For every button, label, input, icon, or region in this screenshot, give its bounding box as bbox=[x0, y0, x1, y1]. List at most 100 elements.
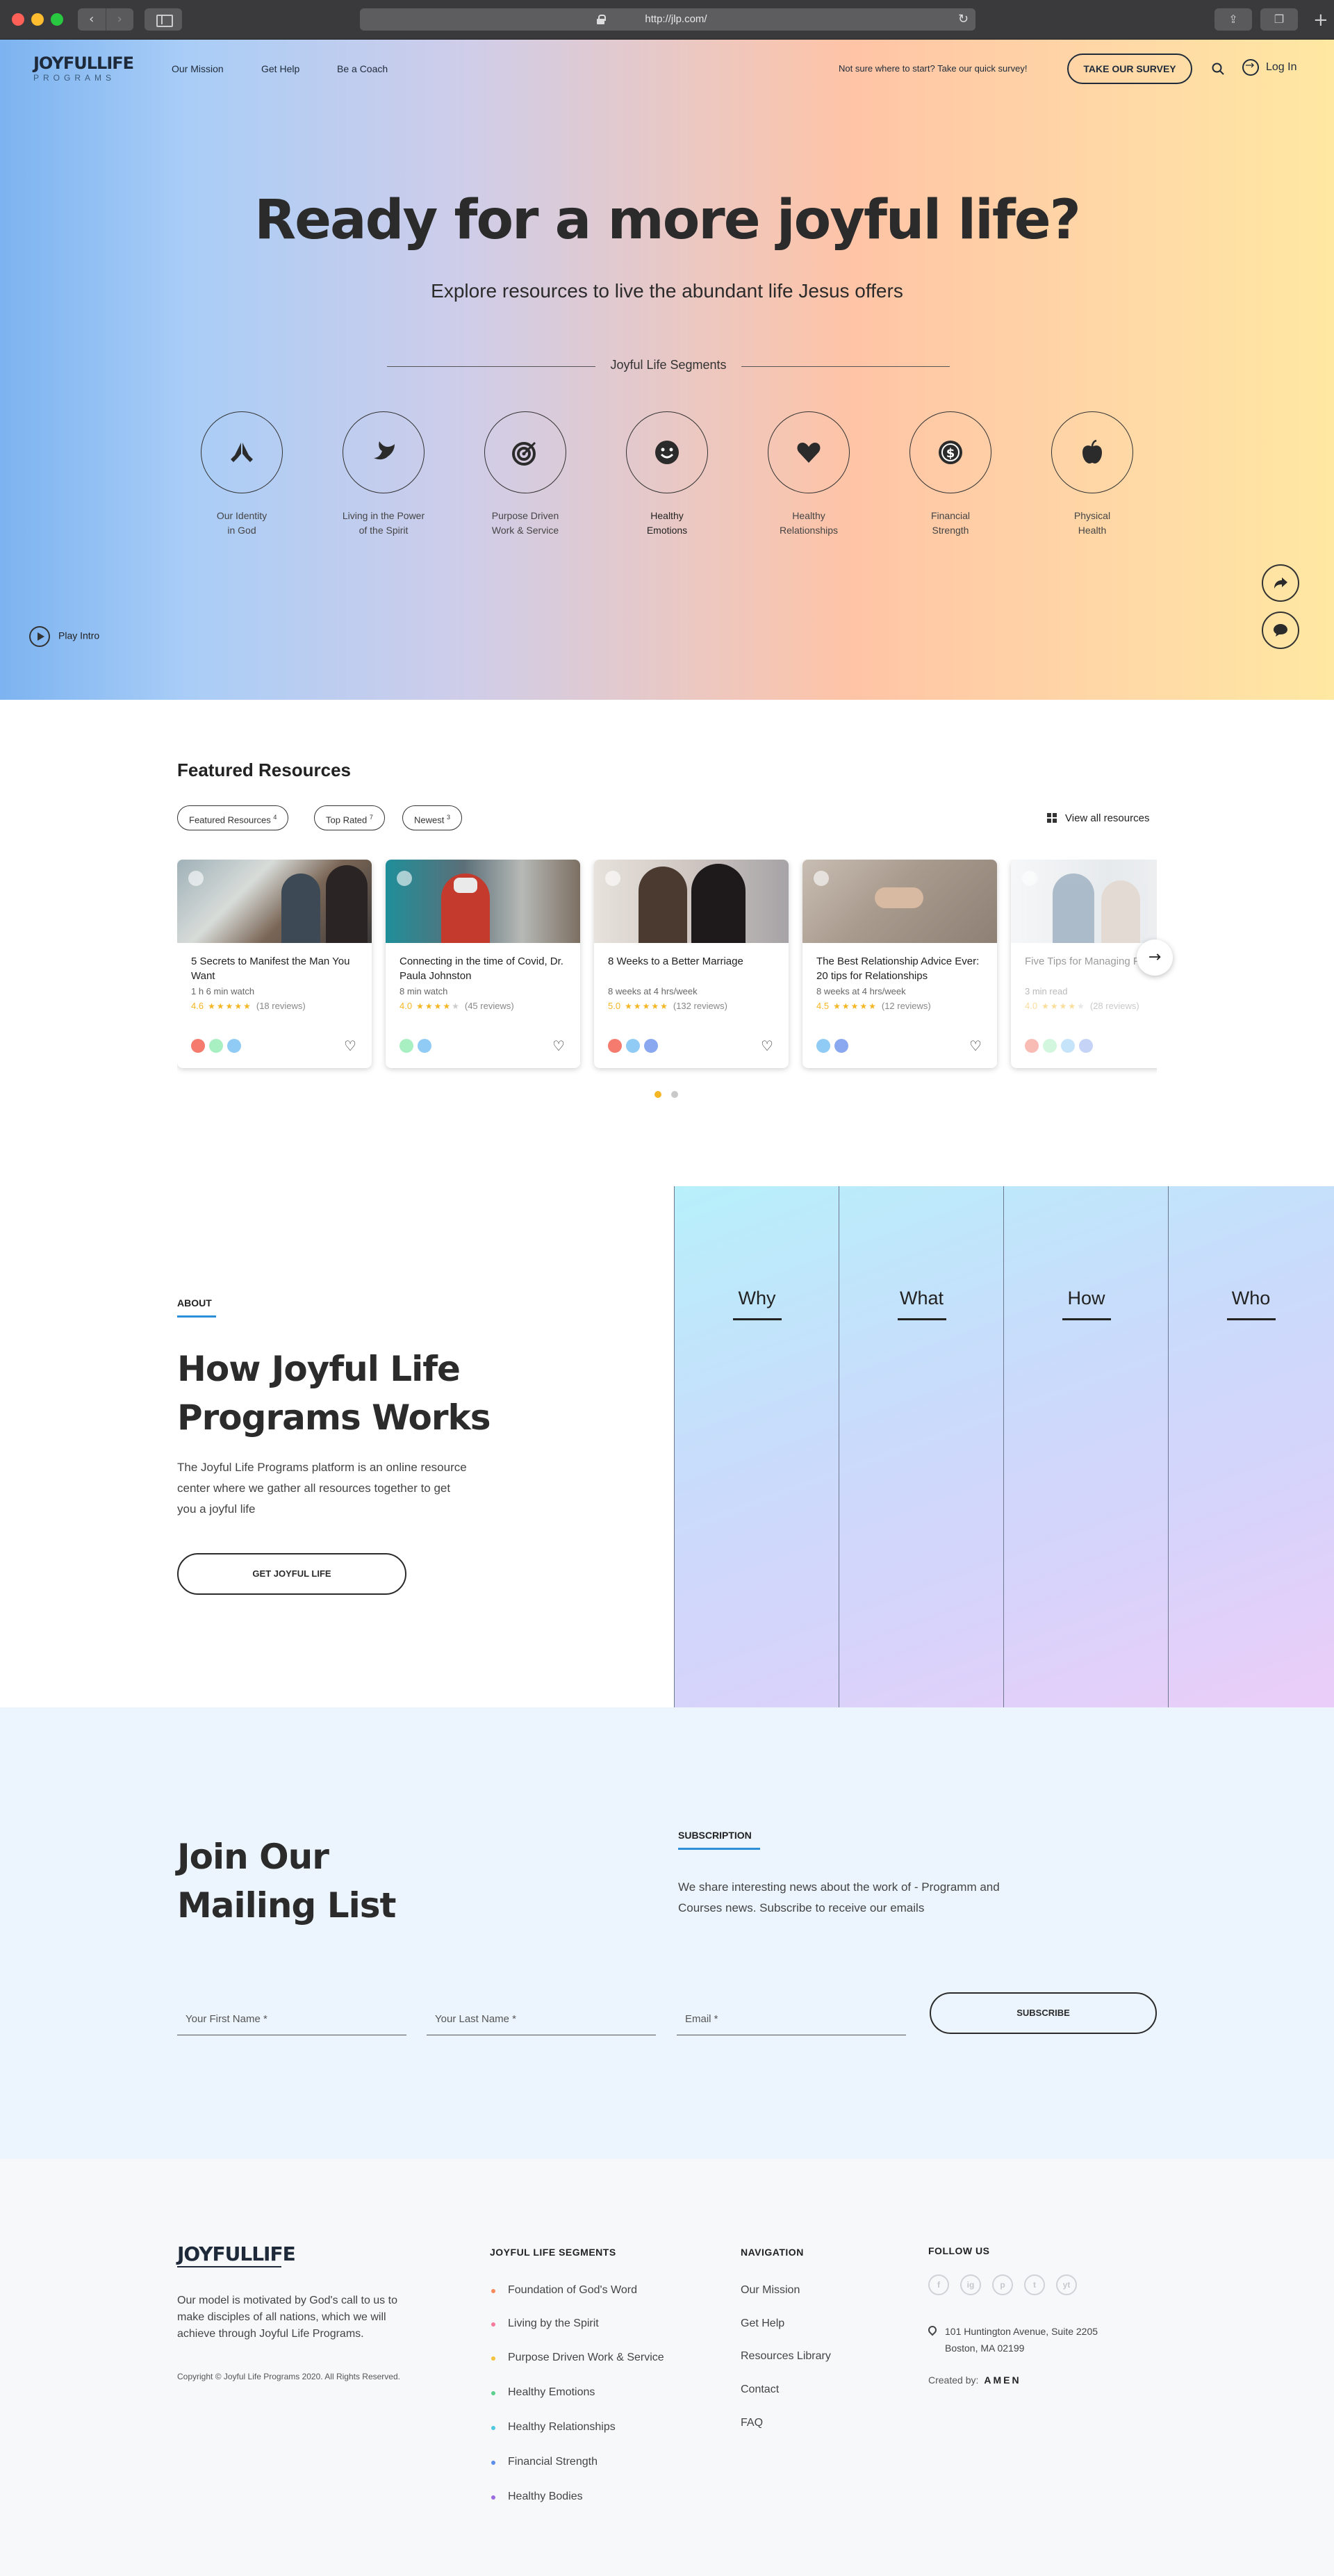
footer-segment-link[interactable]: Foundation of God's Word bbox=[490, 2284, 637, 2297]
footer-nav-get-help[interactable]: Get Help bbox=[741, 2317, 784, 2330]
segment-icon-circle bbox=[1051, 411, 1133, 493]
footer-nav-our-mission[interactable]: Our Mission bbox=[741, 2284, 800, 2297]
footer-nav-contact[interactable]: Contact bbox=[741, 2384, 779, 2396]
resource-card[interactable]: The Best Relationship Advice Ever: 20 ti… bbox=[802, 860, 997, 1068]
segment-identity[interactable]: Our Identity in God bbox=[186, 411, 297, 538]
bullet-dot bbox=[491, 2356, 495, 2361]
nav-our-mission[interactable]: Our Mission bbox=[172, 63, 224, 74]
segment-purpose[interactable]: Purpose Driven Work & Service bbox=[470, 411, 581, 538]
tab-featured-resources[interactable]: Featured Resources 4 bbox=[177, 805, 289, 830]
footer-segment-link[interactable]: Living by the Spirit bbox=[490, 2317, 599, 2330]
footer-segment-link[interactable]: Healthy Relationships bbox=[490, 2421, 616, 2434]
segment-dots bbox=[400, 1039, 431, 1053]
panel-label: How bbox=[1004, 1288, 1169, 1320]
new-tab-button[interactable]: + bbox=[1313, 10, 1328, 31]
site-logo[interactable]: JOYFULLIFE PROGRAMS bbox=[33, 54, 139, 85]
segments-label: Joyful Life Segments bbox=[387, 358, 950, 372]
footer-segment-link[interactable]: Healthy Emotions bbox=[490, 2386, 595, 2399]
twitter-icon[interactable]: t bbox=[1024, 2274, 1045, 2295]
carousel-next-button[interactable]: → bbox=[1137, 940, 1173, 976]
panel-label: What bbox=[839, 1288, 1004, 1320]
nav-get-help[interactable]: Get Help bbox=[261, 63, 299, 74]
sidebar-toggle-button[interactable] bbox=[145, 8, 182, 31]
take-survey-button[interactable]: TAKE OUR SURVEY bbox=[1067, 54, 1192, 84]
panel-what[interactable]: What bbox=[839, 1186, 1003, 1707]
tab-newest[interactable]: Newest 3 bbox=[402, 805, 462, 830]
youtube-icon[interactable]: yt bbox=[1056, 2274, 1077, 2295]
carousel-pager bbox=[654, 1089, 688, 1101]
segment-relationships[interactable]: Healthy Relationships bbox=[753, 411, 864, 538]
view-all-resources-link[interactable]: View all resources bbox=[1047, 812, 1149, 824]
tabs-overview-button[interactable]: ❐ bbox=[1260, 8, 1298, 31]
facebook-icon[interactable]: f bbox=[928, 2274, 949, 2295]
footer-logo[interactable]: JOYFULLIFE bbox=[177, 2242, 296, 2267]
footer-nav-faq[interactable]: FAQ bbox=[741, 2417, 763, 2429]
play-intro-label: Play Intro bbox=[58, 630, 100, 641]
tab-top-rated[interactable]: Top Rated 7 bbox=[314, 805, 385, 830]
footer-segment-link[interactable]: Healthy Bodies bbox=[490, 2491, 583, 2503]
card-image bbox=[1011, 860, 1157, 943]
pager-dot-active[interactable] bbox=[654, 1091, 661, 1098]
resource-card[interactable]: Connecting in the time of Covid, Dr. Pau… bbox=[386, 860, 580, 1068]
email-field[interactable] bbox=[677, 1998, 906, 2035]
target-icon bbox=[512, 441, 536, 466]
get-joyful-life-button[interactable]: GET JOYFUL LIFE bbox=[177, 1553, 406, 1595]
card-rating: 5.0 ★★★★★ (132 reviews) bbox=[608, 1001, 727, 1011]
share-button[interactable]: ⇪ bbox=[1214, 8, 1252, 31]
segment-dots bbox=[816, 1039, 848, 1053]
segment-emotions[interactable]: Healthy Emotions bbox=[611, 411, 723, 538]
back-button[interactable]: ‹ bbox=[78, 8, 106, 31]
instagram-icon[interactable]: ig bbox=[960, 2274, 981, 2295]
footer-nav-heading: NAVIGATION bbox=[741, 2247, 804, 2258]
hero-subtitle: Explore resources to live the abundant l… bbox=[431, 280, 903, 302]
footer-segment-link[interactable]: Financial Strength bbox=[490, 2456, 598, 2468]
hero-section: JOYFULLIFE PROGRAMS Our Mission Get Help… bbox=[0, 40, 1334, 700]
reload-icon[interactable]: ↻ bbox=[958, 8, 969, 31]
chat-float-button[interactable] bbox=[1262, 612, 1299, 649]
last-name-field[interactable] bbox=[427, 1998, 656, 2035]
nav-be-a-coach[interactable]: Be a Coach bbox=[337, 63, 388, 74]
forward-button[interactable]: › bbox=[105, 8, 134, 31]
segment-health[interactable]: Physical Health bbox=[1037, 411, 1148, 538]
play-intro-button[interactable]: Play Intro bbox=[29, 626, 99, 647]
address-bar[interactable]: http://jlp.com/ ↻ bbox=[360, 8, 975, 31]
favorite-heart-icon[interactable]: ♡ bbox=[761, 1037, 773, 1054]
favorite-heart-icon[interactable]: ♡ bbox=[552, 1037, 565, 1054]
minimize-window-button[interactable] bbox=[31, 13, 44, 26]
login-link[interactable]: Log In bbox=[1242, 58, 1296, 76]
footer-follow-heading: FOLLOW US bbox=[928, 2245, 990, 2256]
share-float-button[interactable] bbox=[1262, 564, 1299, 602]
card-rating: 4.5 ★★★★★ (12 reviews) bbox=[816, 1001, 931, 1011]
resource-card[interactable]: 5 Secrets to Manifest the Man You Want 1… bbox=[177, 860, 372, 1068]
featured-title: Featured Resources bbox=[177, 760, 351, 780]
favorite-heart-icon[interactable]: ♡ bbox=[969, 1037, 982, 1054]
pager-dot[interactable] bbox=[671, 1091, 678, 1098]
subscribe-button[interactable]: SUBSCRIBE bbox=[930, 1992, 1157, 2034]
footer-nav-resources-library[interactable]: Resources Library bbox=[741, 2350, 831, 2363]
segment-spirit[interactable]: Living in the Power of the Spirit bbox=[328, 411, 439, 538]
first-name-field[interactable] bbox=[177, 1998, 406, 2035]
close-window-button[interactable] bbox=[12, 13, 24, 26]
dove-icon bbox=[374, 441, 395, 460]
card-meta: 8 weeks at 4 hrs/week bbox=[816, 986, 906, 996]
resource-card[interactable]: Five Tips for Managing Finances 3 min re… bbox=[1011, 860, 1157, 1068]
heart-icon bbox=[797, 443, 821, 463]
mailing-title: Join Our Mailing List bbox=[177, 1837, 396, 1926]
about-kicker: ABOUT bbox=[177, 1297, 216, 1318]
pinterest-icon[interactable]: p bbox=[992, 2274, 1013, 2295]
panel-why[interactable]: Why bbox=[674, 1186, 839, 1707]
segment-finance[interactable]: $ Financial Strength bbox=[895, 411, 1006, 538]
rating-stars: ★★★★★ bbox=[625, 1001, 669, 1011]
created-by-brand[interactable]: AMEN bbox=[984, 2374, 1021, 2386]
resource-card[interactable]: 8 Weeks to a Better Marriage 8 weeks at … bbox=[594, 860, 789, 1068]
rating-stars: ★★★★★ bbox=[416, 1001, 461, 1011]
browser-chrome: ‹ › http://jlp.com/ ↻ ⇪ ❐ + bbox=[0, 0, 1334, 40]
panel-how[interactable]: How bbox=[1003, 1186, 1168, 1707]
favorite-heart-icon[interactable]: ♡ bbox=[344, 1037, 356, 1054]
apple-icon bbox=[1082, 439, 1102, 463]
footer-segment-link[interactable]: Purpose Driven Work & Service bbox=[490, 2352, 664, 2364]
maximize-window-button[interactable] bbox=[51, 13, 63, 26]
search-icon[interactable] bbox=[1212, 63, 1224, 75]
segment-label: Our Identity in God bbox=[216, 510, 267, 536]
panel-who[interactable]: Who bbox=[1168, 1186, 1333, 1707]
